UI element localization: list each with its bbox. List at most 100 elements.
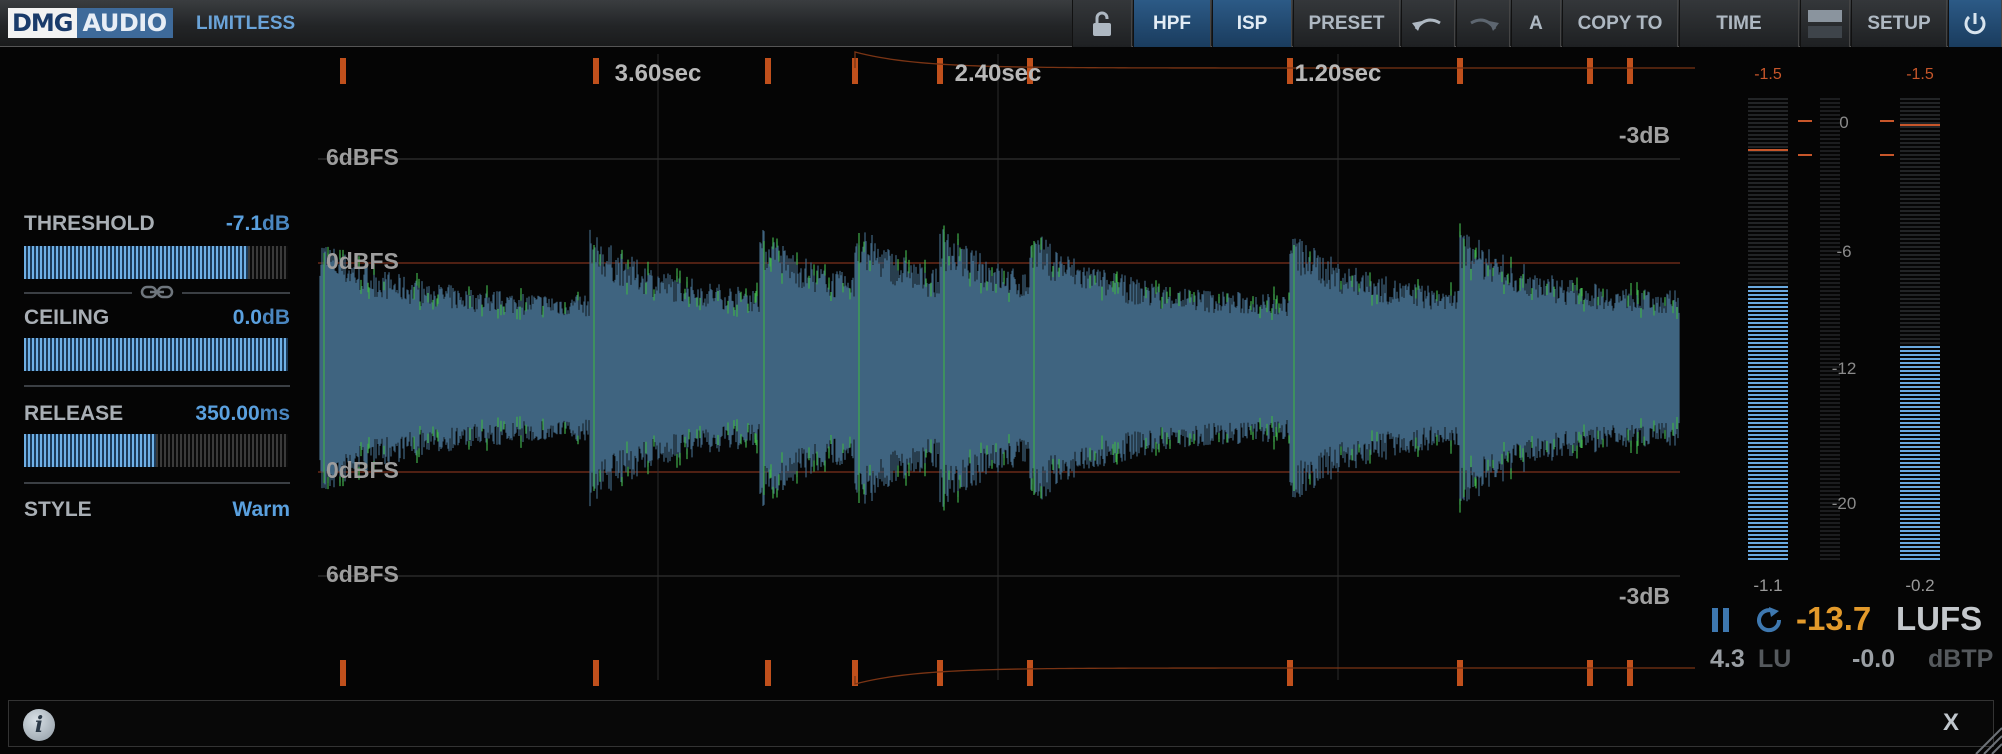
- scale-tick: [1820, 118, 1840, 120]
- scale-tick: [1820, 418, 1840, 420]
- scale-tick: [1820, 438, 1840, 440]
- meter-segment-lit: [1748, 486, 1788, 488]
- meter-segment: [1900, 250, 1940, 252]
- scale-tick: [1820, 194, 1840, 196]
- scale-tick: [1820, 314, 1840, 316]
- reset-icon[interactable]: [1754, 605, 1784, 635]
- view-toggle-button[interactable]: [1800, 0, 1850, 47]
- meter-segment: [1900, 342, 1940, 344]
- meter-segment: [1748, 174, 1788, 176]
- true-peak-unit: dBTP: [1928, 645, 1994, 673]
- meter-segment: [1900, 246, 1940, 248]
- scale-tick: [1820, 558, 1840, 560]
- peak-tick: [1880, 154, 1894, 156]
- meter-segment-lit: [1900, 370, 1940, 372]
- gain-reduction-label: -3dB: [1619, 122, 1670, 148]
- meter-segment-lit: [1748, 426, 1788, 428]
- meter-segment-lit: [1900, 430, 1940, 432]
- meter-segment: [1900, 178, 1940, 180]
- meter-segment: [1900, 150, 1940, 152]
- redo-button[interactable]: [1456, 0, 1510, 47]
- meter-segment-lit: [1748, 362, 1788, 364]
- meter-segment-lit: [1900, 350, 1940, 352]
- meter-segment: [1900, 106, 1940, 108]
- peak-hold-left[interactable]: -1.5: [1754, 66, 1782, 83]
- view-toggle-icon: [1808, 9, 1842, 38]
- scale-tick: [1820, 538, 1840, 540]
- scale-tick: [1820, 274, 1840, 276]
- scale-tick: [1820, 530, 1840, 532]
- close-info-button[interactable]: X: [1943, 709, 1959, 737]
- meter-segment: [1900, 138, 1940, 140]
- isp-button[interactable]: ISP: [1212, 0, 1292, 47]
- meter-segment-lit: [1748, 506, 1788, 508]
- scale-tick: [1820, 518, 1840, 520]
- meter-segment-lit: [1900, 530, 1940, 532]
- meter-segment: [1748, 134, 1788, 136]
- time-button[interactable]: TIME: [1679, 0, 1799, 47]
- meter-segment-lit: [1900, 362, 1940, 364]
- meter-segment: [1900, 242, 1940, 244]
- scale-tick: [1820, 154, 1840, 156]
- lock-button[interactable]: [1072, 0, 1132, 47]
- meter-segment-lit: [1748, 414, 1788, 416]
- meter-segment: [1900, 146, 1940, 148]
- gain-reduction-bar: [1587, 58, 1593, 84]
- product-name: LIMITLESS: [196, 13, 296, 34]
- meter-segment: [1900, 338, 1940, 340]
- undo-icon: [1412, 18, 1441, 31]
- meter-segment-lit: [1900, 422, 1940, 424]
- resize-grip-icon[interactable]: [1968, 720, 2002, 754]
- scale-tick: [1820, 450, 1840, 452]
- info-icon[interactable]: i: [23, 709, 55, 741]
- meter-segment-lit: [1900, 502, 1940, 504]
- loudness-readout: -13.7 LUFS: [1710, 600, 2000, 640]
- pause-icon[interactable]: [1710, 606, 1732, 634]
- scale-tick: [1820, 346, 1840, 348]
- meter-segment: [1748, 226, 1788, 228]
- scale-tick: [1820, 278, 1840, 280]
- meter-segment-lit: [1900, 546, 1940, 548]
- peak-hold-marker: [1748, 149, 1788, 151]
- scale-tick: [1820, 462, 1840, 464]
- meter-segment-lit: [1900, 470, 1940, 472]
- meter-segment-lit: [1900, 534, 1940, 536]
- meter-segment: [1900, 318, 1940, 320]
- meter-segment: [1748, 110, 1788, 112]
- level-label: 6dBFS: [326, 561, 399, 587]
- scale-tick: [1820, 474, 1840, 476]
- meter-segment-lit: [1900, 518, 1940, 520]
- hpf-button[interactable]: HPF: [1133, 0, 1211, 47]
- meter-segment-lit: [1900, 402, 1940, 404]
- waveform-display[interactable]: 3.60sec 2.40sec 1.20sec 6dBFS 0dBFS 0dBF…: [0, 48, 1700, 688]
- undo-button[interactable]: [1401, 0, 1455, 47]
- meter-segment-lit: [1748, 346, 1788, 348]
- preset-button[interactable]: PRESET: [1293, 0, 1400, 47]
- meter-segment-lit: [1748, 442, 1788, 444]
- scale-tick: [1820, 286, 1840, 288]
- meter-segment: [1900, 210, 1940, 212]
- peak-hold-right[interactable]: -1.5: [1906, 66, 1934, 83]
- meter-segment-lit: [1748, 550, 1788, 552]
- scale-tick: [1820, 210, 1840, 212]
- copy-to-button[interactable]: COPY TO: [1562, 0, 1678, 47]
- lu-unit: LU: [1758, 645, 1792, 673]
- power-button[interactable]: [1948, 0, 2002, 47]
- meter-value-left: -1.1: [1753, 576, 1782, 595]
- meter-segment: [1900, 102, 1940, 104]
- meter-segment-lit: [1748, 490, 1788, 492]
- ab-compare-button[interactable]: A: [1511, 0, 1561, 47]
- scale-tick: [1820, 294, 1840, 296]
- meter-segment: [1900, 158, 1940, 160]
- meter-segment: [1748, 186, 1788, 188]
- meter-segment: [1900, 302, 1940, 304]
- waveform-body: [319, 223, 1680, 513]
- output-meters: -1.5 -1.5 0 -6 -12 -20 -1.1 -0.2: [1748, 66, 1940, 595]
- setup-button[interactable]: SETUP: [1851, 0, 1947, 47]
- unlock-icon: [1093, 11, 1111, 36]
- meter-segment: [1900, 186, 1940, 188]
- scale-tick: [1820, 486, 1840, 488]
- meter-segment: [1748, 266, 1788, 268]
- meter-segment-lit: [1748, 522, 1788, 524]
- meter-segment-lit: [1900, 394, 1940, 396]
